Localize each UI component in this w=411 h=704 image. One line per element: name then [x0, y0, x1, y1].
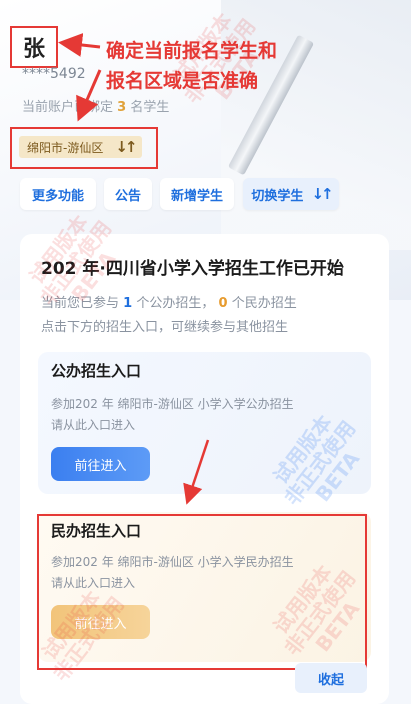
- arrow-to-name: [58, 33, 101, 57]
- arrow-to-region: [76, 69, 102, 122]
- arrow-to-private-entry: [183, 439, 210, 505]
- annotation-arrows: [58, 33, 210, 505]
